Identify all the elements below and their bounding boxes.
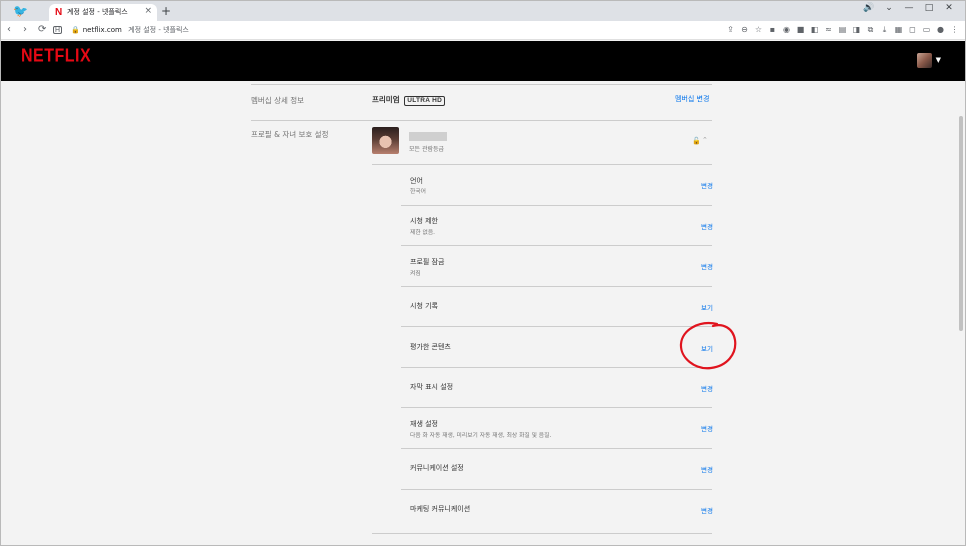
menu-icon[interactable]: ⋮ (950, 24, 959, 35)
bookmark-star-icon[interactable]: ☆ (754, 24, 763, 35)
profile-section-title: 프로필 & 자녀 보호 설정 (251, 130, 329, 139)
change-subtitles-link[interactable]: 변경 (701, 383, 713, 393)
profile-name-redacted (409, 132, 447, 141)
plan-label: 프리미엄 (372, 95, 400, 104)
extension-icon[interactable]: ◧ (810, 24, 819, 35)
setting-label: 시청 제한 (410, 217, 438, 225)
divider (372, 533, 712, 534)
puzzle-icon[interactable]: ⧉ (866, 24, 875, 35)
camera-icon[interactable]: ◉ (782, 24, 791, 35)
profile-rating: 모든 관람등급 (409, 146, 445, 153)
change-language-link[interactable]: 변경 (701, 180, 713, 190)
extension-icon[interactable]: ■ (796, 24, 805, 35)
browser-window: 🐦 N 계정 설정 - 넷플릭스 × + 🔊 ⌄ — □ ✕ ‹ › ⟳ H 🔒… (0, 0, 966, 546)
avatar[interactable] (917, 53, 932, 68)
caret-down-icon[interactable]: ▼ (936, 56, 941, 64)
change-playback-link[interactable]: 변경 (701, 423, 713, 433)
window-controls: 🔊 ⌄ — □ ✕ (859, 2, 959, 14)
zoom-icon[interactable]: ⊖ (740, 24, 749, 35)
change-profile-lock-link[interactable]: 변경 (701, 261, 713, 271)
extension-icon[interactable]: ▦ (894, 24, 903, 35)
maximize-button[interactable]: □ (919, 2, 939, 14)
setting-label: 프로필 잠금 (410, 258, 445, 266)
change-plan-link[interactable]: 멤버십 변경 (675, 94, 709, 104)
setting-label: 재생 설정 (410, 420, 438, 428)
lock-icon: 🔒 (71, 26, 80, 34)
minimize-button[interactable]: — (899, 2, 919, 14)
setting-label: 마케팅 커뮤니케이션 (410, 505, 471, 513)
new-tab-button[interactable]: + (161, 4, 171, 18)
tab-title: 계정 설정 - 넷플릭스 (67, 8, 128, 16)
chevron-down-icon[interactable]: ⌄ (879, 2, 899, 14)
close-tab-icon[interactable]: × (144, 6, 152, 16)
extension-icon[interactable]: ▤ (838, 24, 847, 35)
forward-icon[interactable]: › (23, 24, 27, 36)
extension-icons: ⇪ ⊖ ☆ ▪ ◉ ■ ◧ ≈ ▤ ◨ ⧉ ⤓ ▦ ◻ ▭ ● ⋮ (726, 24, 959, 35)
share-icon[interactable]: ⇪ (726, 24, 735, 35)
setting-label: 언어 (410, 177, 423, 185)
change-marketing-link[interactable]: 변경 (701, 505, 713, 515)
netflix-logo[interactable]: NETFLIX (21, 47, 91, 68)
chevron-up-icon[interactable]: ⌃ (702, 136, 708, 144)
setting-label: 커뮤니케이션 설정 (410, 464, 464, 472)
extension-icon[interactable]: ≈ (824, 24, 833, 35)
reload-icon[interactable]: ⟳ (38, 24, 46, 36)
inactive-tab[interactable]: 🐦 (3, 1, 47, 21)
profile-icon[interactable]: ● (936, 24, 945, 35)
change-restrictions-link[interactable]: 변경 (701, 221, 713, 231)
scrollbar-thumb[interactable] (959, 116, 963, 331)
divider (251, 84, 712, 85)
netflix-favicon-icon: N (55, 7, 63, 18)
divider (401, 326, 712, 327)
setting-label: 자막 표시 설정 (410, 383, 454, 391)
divider (401, 448, 712, 449)
divider (401, 286, 712, 287)
setting-label: 평가한 콘텐츠 (410, 343, 451, 351)
membership-section-title: 멤버십 상세 정보 (251, 96, 305, 105)
view-ratings-link[interactable]: 보기 (701, 343, 713, 353)
url-host: netflix.com (82, 26, 122, 34)
divider (251, 120, 712, 121)
profile-avatar[interactable] (372, 127, 399, 154)
divider (401, 367, 712, 368)
back-icon[interactable]: ‹ (7, 24, 11, 36)
active-tab[interactable]: N 계정 설정 - 넷플릭스 × (49, 4, 157, 21)
extension-icon[interactable]: ▪ (768, 24, 777, 35)
netflix-header: NETFLIX ▼ (1, 41, 965, 81)
setting-desc: 다음 화 자동 재생, 미리보기 자동 재생, 최상 화질 및 음질. (410, 433, 552, 439)
divider (401, 489, 712, 490)
bird-icon: 🐦 (13, 4, 28, 18)
close-window-button[interactable]: ✕ (939, 2, 959, 14)
setting-desc: 제한 없음. (410, 230, 436, 236)
home-icon[interactable]: H (53, 26, 62, 34)
setting-desc: 켜짐 (410, 271, 421, 277)
divider (401, 245, 712, 246)
plan-badge: ULTRA HD (404, 96, 446, 106)
plan-name: 프리미엄 ULTRA HD (372, 94, 446, 106)
url-page-title: 계정 설정 - 넷플릭스 (128, 26, 189, 34)
divider (401, 205, 712, 206)
tab-strip: 🐦 N 계정 설정 - 넷플릭스 × + 🔊 ⌄ — □ ✕ (1, 1, 965, 21)
lock-icon: 🔓 (692, 137, 701, 145)
speaker-icon[interactable]: 🔊 (859, 2, 879, 14)
page-scrollbar[interactable] (959, 81, 963, 541)
view-activity-link[interactable]: 보기 (701, 302, 713, 312)
account-page: 멤버십 상세 정보 프리미엄 ULTRA HD 멤버십 변경 프로필 & 자녀 … (1, 81, 959, 541)
browser-toolbar: ‹ › ⟳ H 🔒 netflix.com 계정 설정 - 넷플릭스 ⇪ ⊖ ☆ … (1, 21, 965, 40)
address-bar[interactable]: 🔒 netflix.com 계정 설정 - 넷플릭스 (71, 25, 189, 35)
divider (372, 164, 712, 165)
divider (401, 407, 712, 408)
extension-icon[interactable]: ◨ (852, 24, 861, 35)
setting-label: 시청 기록 (410, 302, 438, 310)
extension-icon[interactable]: ◻ (908, 24, 917, 35)
setting-desc: 한국어 (410, 189, 426, 195)
change-communication-link[interactable]: 변경 (701, 464, 713, 474)
extension-icon[interactable]: ▭ (922, 24, 931, 35)
download-icon[interactable]: ⤓ (880, 24, 889, 35)
